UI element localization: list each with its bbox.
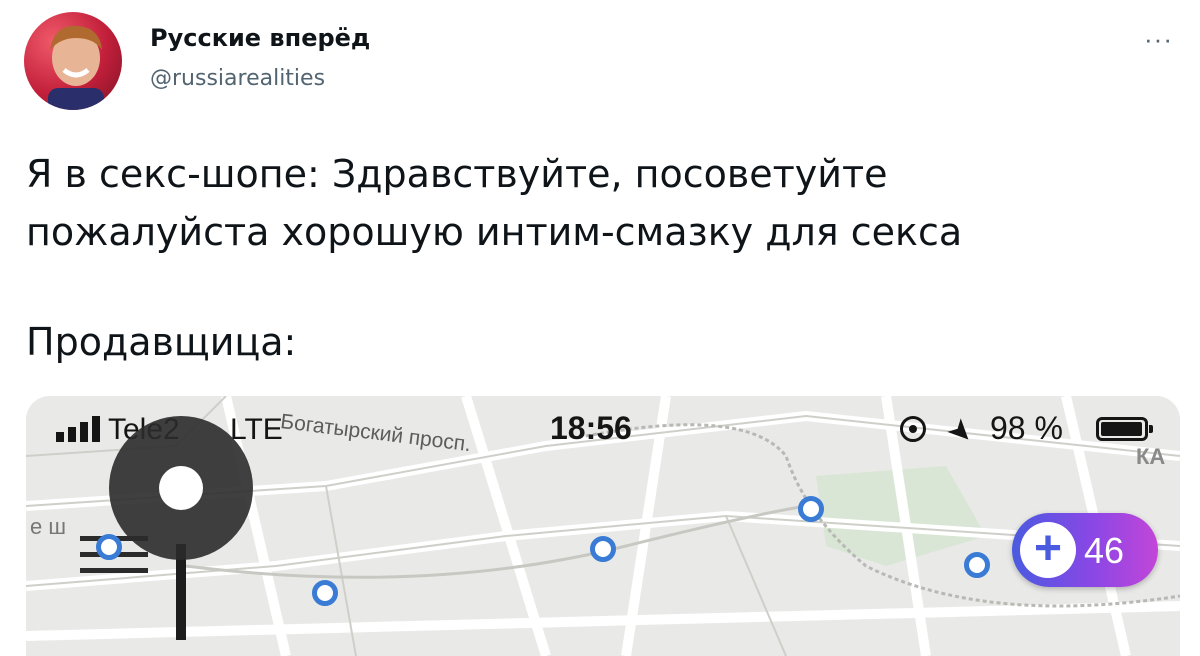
- tweet-text-line-1: Я в секс-шопе: Здравствуйте, посоветуйте: [26, 152, 888, 196]
- tweet-media-screenshot[interactable]: Tele2 LTE Богатырский просп. 18:56 ➤ 98 …: [26, 396, 1180, 656]
- map-label-left: е ш: [30, 514, 66, 539]
- battery-percent: 98 %: [990, 410, 1063, 446]
- author-avatar[interactable]: [24, 12, 122, 110]
- more-options-button[interactable]: ···: [1144, 24, 1173, 55]
- author-name[interactable]: Русские вперёд: [150, 24, 370, 52]
- transit-stop[interactable]: [96, 534, 122, 560]
- transit-stop[interactable]: [590, 536, 616, 562]
- author-handle[interactable]: @russiarealities: [150, 66, 325, 91]
- location-lock-icon: [900, 416, 926, 442]
- map-label-right: КА: [1136, 444, 1166, 469]
- map-pin-icon[interactable]: [108, 414, 258, 640]
- clock-time: 18:56: [550, 410, 632, 446]
- signal-icon: [56, 416, 100, 442]
- badge-count: 46: [1084, 530, 1125, 571]
- transit-stop[interactable]: [312, 580, 338, 606]
- transit-stop[interactable]: [798, 496, 824, 522]
- battery-icon: [1096, 417, 1153, 441]
- plus-badge-button[interactable]: + 46: [1012, 513, 1158, 587]
- plus-icon: +: [1020, 522, 1076, 578]
- tweet-text-line-3: Продавщица:: [26, 320, 297, 364]
- transit-stop[interactable]: [964, 552, 990, 578]
- tweet-text-line-2: пожалуйста хорошую интим-смазку для секс…: [26, 210, 963, 254]
